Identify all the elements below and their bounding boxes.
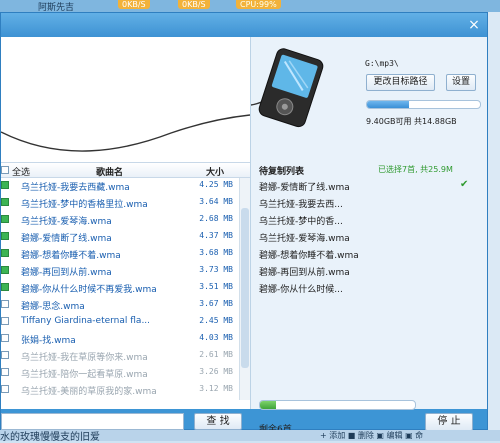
song-name: Tiffany Giardina-eternal fla... — [21, 316, 151, 326]
song-size: 3.64 MB — [199, 197, 233, 206]
scrollbar-thumb[interactable] — [241, 208, 249, 368]
song-row[interactable]: 碧娜-思念.wma 3.67 MB — [1, 297, 239, 312]
song-size: 4.37 MB — [199, 231, 233, 240]
close-button[interactable]: × — [467, 18, 481, 32]
song-row[interactable]: 乌兰托娅-陪你一起看草原.wma 3.26 MB — [1, 365, 239, 380]
queue-item[interactable]: 碧娜-再回到从前.wma — [259, 265, 350, 278]
cable-art — [1, 114, 250, 152]
song-row[interactable]: 碧娜-想着你睡不着.wma 3.68 MB — [1, 246, 239, 261]
device-pane: G:\mp3\ 更改目标路径 设置 9.40GB可用 共14.88GB 待复制列… — [250, 37, 487, 435]
song-name: 乌兰托娅-梦中的香格里拉.wma — [21, 200, 148, 210]
song-list: 乌兰托娅-我要去西藏.wma 4.25 MB 乌兰托娅-梦中的香格里拉.wma 3.6… — [1, 178, 239, 400]
change-target-path-button[interactable]: 更改目标路径 — [366, 74, 435, 91]
select-all-checkbox[interactable] — [1, 166, 9, 174]
song-list-header: 全选 歌曲名 大小 — [1, 162, 250, 178]
queue-header: 待复制列表 已选择7首, 共25.9M — [251, 162, 487, 178]
song-size: 4.25 MB — [199, 180, 233, 189]
song-checkbox[interactable] — [1, 300, 9, 308]
song-checkbox[interactable] — [1, 334, 9, 342]
song-size: 3.67 MB — [199, 299, 233, 308]
song-checkbox[interactable] — [1, 215, 9, 223]
song-size: 3.26 MB — [199, 367, 233, 376]
song-checkbox[interactable] — [1, 283, 9, 291]
song-name: 碧娜-再回到从前.wma — [21, 268, 112, 278]
song-row[interactable]: 张娟-找.wma 4.03 MB — [1, 331, 239, 346]
song-checkbox[interactable] — [1, 232, 9, 240]
storage-text: 9.40GB可用 共14.88GB — [366, 117, 457, 126]
background-right-edge — [488, 12, 500, 430]
song-size: 2.45 MB — [199, 316, 233, 325]
search-button[interactable]: 查 找 — [194, 413, 242, 430]
song-checkbox[interactable] — [1, 266, 9, 274]
song-name: 乌兰托娅-我在草原等你来.wma — [21, 353, 148, 363]
select-all-label[interactable]: 全选 — [12, 165, 30, 178]
song-name: 碧娜-你从什么时候不再爱我.wma — [21, 285, 157, 295]
song-name: 乌兰托娅-陪你一起看草原.wma — [21, 370, 148, 380]
song-row[interactable]: 乌兰托娅-爱琴海.wma 2.68 MB — [1, 212, 239, 227]
song-size: 4.03 MB — [199, 333, 233, 342]
song-checkbox[interactable] — [1, 249, 9, 257]
song-name: 乌兰托娅-爱琴海.wma — [21, 217, 112, 227]
song-name: 乌兰托娅-美丽的草原我的家.wma — [21, 387, 157, 397]
done-check-icon: ✔ — [460, 179, 469, 190]
song-row[interactable]: 碧娜-爱情断了线.wma 4.37 MB — [1, 229, 239, 244]
title-bar: × — [1, 13, 487, 37]
queue-item[interactable]: 碧娜-爱情断了线.wma — [259, 180, 350, 193]
name-column-header[interactable]: 歌曲名 — [96, 165, 123, 178]
song-name: 乌兰托娅-我要去西藏.wma — [21, 183, 130, 193]
song-size: 2.61 MB — [199, 350, 233, 359]
song-list-pane: 全选 歌曲名 大小 乌兰托娅-我要去西藏.wma 4.25 MB 乌兰托娅-梦中的香… — [1, 37, 251, 430]
cpu-usage: CPU:99% — [236, 0, 281, 9]
queue-item[interactable]: 碧娜-你从什么时候... — [259, 282, 343, 295]
song-row[interactable]: 碧娜-再回到从前.wma 3.73 MB — [1, 263, 239, 278]
mp3-player-icon — [251, 48, 324, 128]
song-checkbox[interactable] — [1, 198, 9, 206]
song-size: 3.73 MB — [199, 265, 233, 274]
song-checkbox[interactable] — [1, 368, 9, 376]
song-size: 2.68 MB — [199, 214, 233, 223]
background-actions: + 添加 ■ 删除 ▣ 编辑 ▣ 命 — [320, 431, 424, 440]
song-row[interactable]: 乌兰托娅-我在草原等你来.wma 2.61 MB — [1, 348, 239, 363]
upload-speed: 0KB/S — [118, 0, 150, 9]
song-row[interactable]: Tiffany Giardina-eternal fla... 2.45 MB — [1, 314, 239, 329]
song-name: 碧娜-思念.wma — [21, 302, 85, 312]
size-column-header[interactable]: 大小 — [206, 165, 224, 178]
song-checkbox[interactable] — [1, 181, 9, 189]
song-name: 碧娜-爱情断了线.wma — [21, 234, 112, 244]
download-speed: 0KB/S — [178, 0, 210, 9]
song-checkbox[interactable] — [1, 385, 9, 393]
copy-to-device-window: × 全选 歌曲名 大小 乌兰托娅-我要去西藏.wma 4.25 MB 乌兰托娅-梦中… — [0, 12, 488, 435]
stop-button[interactable]: 停 止 — [425, 413, 473, 431]
queue-item[interactable]: 乌兰托娅-我要去西... — [259, 197, 343, 210]
song-checkbox[interactable] — [1, 317, 9, 325]
queue-item[interactable]: 乌兰托娅-梦中的香... — [259, 214, 343, 227]
song-checkbox[interactable] — [1, 351, 9, 359]
song-size: 3.12 MB — [199, 384, 233, 393]
queue-item[interactable]: 乌兰托娅-爱琴海.wma — [259, 231, 350, 244]
queue-selected-summary: 已选择7首, 共25.9M — [378, 165, 453, 174]
storage-bar — [366, 100, 481, 109]
song-row[interactable]: 乌兰托娅-美丽的草原我的家.wma 3.12 MB — [1, 382, 239, 397]
song-name: 碧娜-想着你睡不着.wma — [21, 251, 121, 261]
queue-title: 待复制列表 — [259, 167, 305, 177]
target-path: G:\mp3\ — [365, 59, 399, 68]
song-name: 张娟-找.wma — [21, 336, 76, 346]
copy-progress-fill — [260, 401, 276, 409]
song-row[interactable]: 碧娜-你从什么时候不再爱我.wma 3.51 MB — [1, 280, 239, 295]
copy-progress-bar — [259, 400, 416, 410]
song-row[interactable]: 乌兰托娅-梦中的香格里拉.wma 3.64 MB — [1, 195, 239, 210]
song-size: 3.68 MB — [199, 248, 233, 257]
queue-item[interactable]: 碧娜-想着你睡不着.wma — [259, 248, 359, 261]
song-row[interactable]: 乌兰托娅-我要去西藏.wma 4.25 MB — [1, 178, 239, 193]
song-size: 3.51 MB — [199, 282, 233, 291]
storage-bar-fill — [367, 101, 409, 108]
settings-button[interactable]: 设置 — [446, 74, 476, 91]
